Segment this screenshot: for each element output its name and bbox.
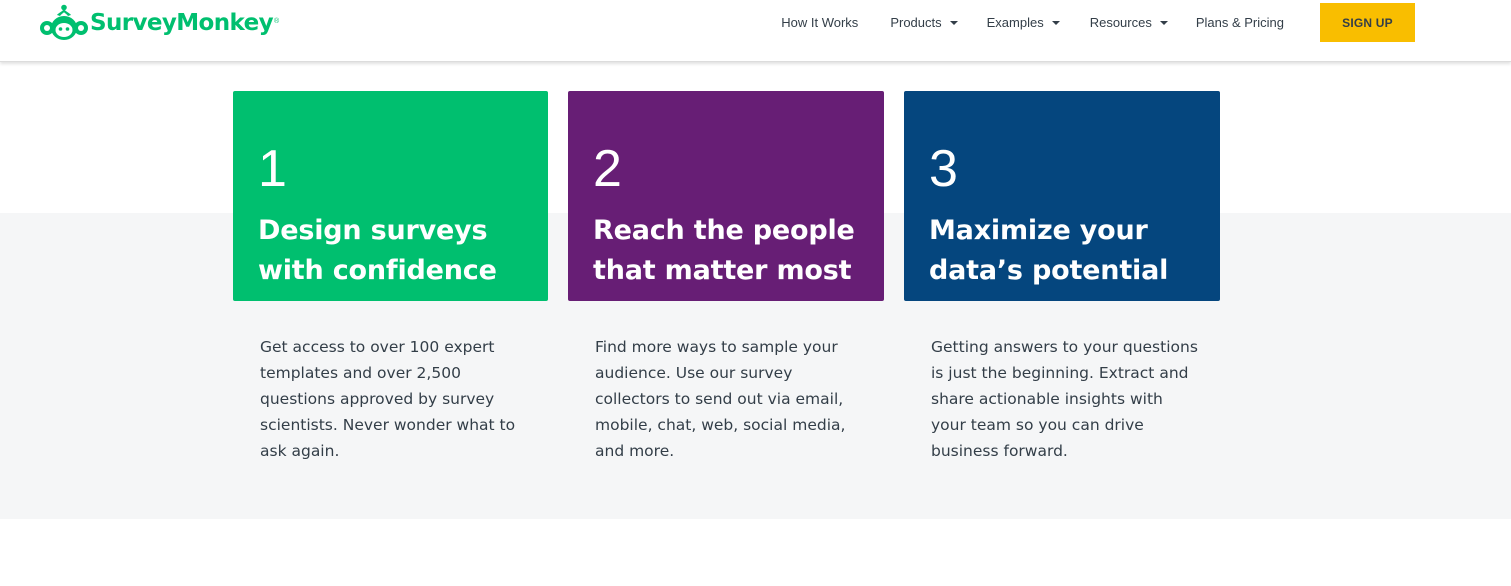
nav-how-it-works-label: How It Works — [781, 14, 859, 30]
feature-title: Design surveys with confidence — [258, 215, 497, 286]
nav-plans-pricing[interactable]: Plans & Pricing — [1196, 15, 1284, 30]
feature-card-2: 2 Reach the people that matter most — [568, 91, 884, 301]
page: SurveyMonkey ® How It Works Products Exa… — [0, 0, 1511, 586]
monkey-logo-icon — [40, 4, 88, 40]
site-header: SurveyMonkey ® How It Works Products Exa… — [0, 0, 1511, 62]
nav-products-dropdown[interactable]: Products — [890, 14, 958, 30]
surveymonkey-logo[interactable]: SurveyMonkey ® — [38, 4, 279, 42]
feature-number: 3 — [929, 140, 958, 198]
feature-description-1: Get access to over 100 expert templates … — [260, 338, 516, 460]
feature-number: 1 — [258, 140, 287, 198]
caret-down-icon — [1051, 20, 1060, 25]
feature-description-2: Find more ways to sample your audience. … — [595, 338, 846, 460]
registered-mark: ® — [274, 17, 280, 25]
nav-plans-pricing-label: Plans & Pricing — [1195, 14, 1284, 30]
caret-down-icon — [949, 20, 958, 25]
sign-up-button[interactable]: SIGN UP — [1320, 3, 1415, 42]
feature-card-3: 3 Maximize your data’s potential — [904, 91, 1220, 301]
logo-wordmark: SurveyMonkey — [90, 10, 274, 36]
feature-title: Maximize your data’s potential — [929, 215, 1169, 286]
caret-down-icon — [1159, 20, 1168, 25]
feature-description-3: Getting answers to your questions is jus… — [931, 338, 1198, 460]
feature-card-1: 1 Design surveys with confidence — [233, 91, 548, 301]
feature-number: 2 — [593, 140, 622, 198]
nav-examples-dropdown[interactable]: Examples — [987, 15, 1060, 30]
nav-resources-dropdown[interactable]: Resources — [1090, 15, 1168, 30]
nav-examples-label: Examples — [986, 14, 1044, 30]
nav-products-label: Products — [890, 14, 942, 30]
main-nav: How It Works Products Examples Resources… — [781, 0, 1415, 44]
feature-title: Reach the people that matter most — [593, 215, 855, 286]
nav-resources-label: Resources — [1089, 14, 1152, 30]
nav-how-it-works[interactable]: How It Works — [781, 15, 858, 30]
